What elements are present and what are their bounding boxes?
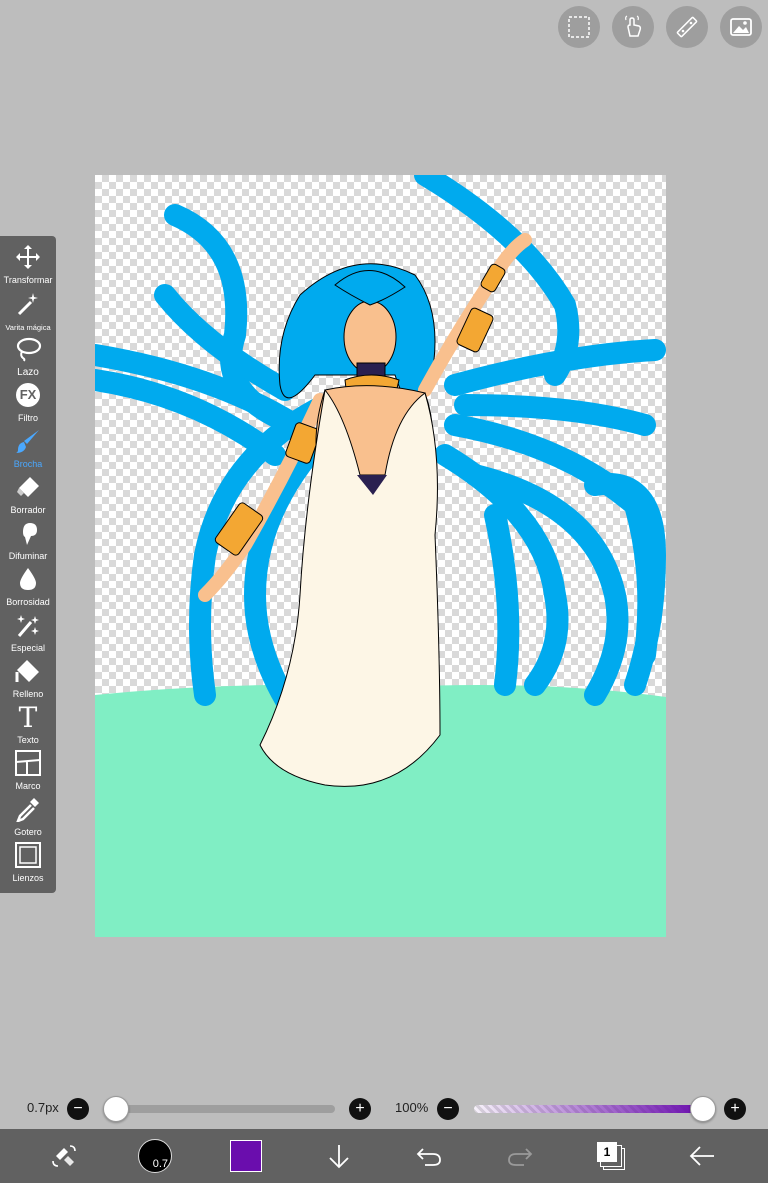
tool-label: Borrador bbox=[10, 505, 46, 515]
swap-colors-icon[interactable] bbox=[44, 1129, 84, 1183]
download-icon[interactable] bbox=[322, 1129, 356, 1183]
tool-eraser[interactable]: Borrador bbox=[0, 474, 56, 520]
eyedropper-icon bbox=[16, 798, 39, 822]
brush-icon bbox=[16, 430, 39, 453]
move-icon bbox=[16, 245, 40, 269]
blur-drop-icon bbox=[20, 568, 36, 590]
color-swatch[interactable] bbox=[229, 1129, 263, 1183]
smudge-icon bbox=[23, 523, 37, 545]
brush-size-knob[interactable] bbox=[103, 1096, 129, 1122]
eraser-icon bbox=[17, 477, 39, 497]
brush-size-minus-button[interactable]: − bbox=[67, 1098, 89, 1120]
tool-lasso[interactable]: Lazo bbox=[0, 336, 56, 382]
redo-icon[interactable] bbox=[503, 1129, 537, 1183]
text-icon: T bbox=[18, 701, 38, 734]
special-brush-icon bbox=[17, 615, 39, 637]
tool-label: Varita mágica bbox=[5, 323, 51, 332]
tool-fill[interactable]: Relleno bbox=[0, 658, 56, 704]
opacity-slider[interactable] bbox=[474, 1105, 702, 1113]
tool-transform[interactable]: Transformar bbox=[0, 244, 56, 290]
opacity-knob[interactable] bbox=[690, 1096, 716, 1122]
fx-text: FX bbox=[19, 387, 37, 402]
tool-blur[interactable]: Borrosidad bbox=[0, 566, 56, 612]
magic-wand-icon bbox=[17, 293, 38, 316]
back-arrow-icon[interactable] bbox=[684, 1129, 720, 1183]
bottom-toolbar: 0.7 1 bbox=[0, 1129, 768, 1183]
brush-size-label: 0.7px bbox=[27, 1100, 59, 1115]
fill-bucket-icon bbox=[15, 660, 39, 682]
tool-label: Gotero bbox=[14, 827, 42, 837]
canvas-icon bbox=[15, 842, 41, 868]
frame-divider-icon bbox=[15, 750, 41, 776]
layers-icon[interactable]: 1 bbox=[593, 1129, 629, 1183]
opacity-minus-button[interactable]: − bbox=[437, 1098, 459, 1120]
tool-label: Relleno bbox=[12, 689, 44, 699]
brush-size-icon[interactable]: 0.7 bbox=[135, 1129, 175, 1183]
lasso-icon bbox=[16, 337, 42, 362]
brush-size-badge: 0.7 bbox=[152, 1158, 168, 1170]
tool-label: Borrosidad bbox=[6, 597, 50, 607]
tool-label: Difuminar bbox=[8, 551, 48, 561]
tool-smudge[interactable]: Difuminar bbox=[0, 520, 56, 566]
drawing-canvas[interactable] bbox=[95, 175, 666, 937]
tool-canvas[interactable]: Lienzos bbox=[0, 842, 56, 888]
opacity-plus-button[interactable]: + bbox=[724, 1098, 746, 1120]
artwork bbox=[95, 175, 666, 937]
tool-label: Lazo bbox=[17, 367, 39, 378]
brush-size-slider[interactable] bbox=[115, 1105, 335, 1113]
image-icon[interactable] bbox=[720, 6, 762, 48]
tool-label: Texto bbox=[17, 735, 39, 745]
tool-label: Brocha bbox=[13, 459, 43, 469]
tool-label: Transformar bbox=[3, 275, 53, 285]
tool-filter[interactable]: FX Filtro bbox=[0, 382, 56, 428]
tool-brush[interactable]: Brocha bbox=[0, 428, 56, 474]
tool-label: Especial bbox=[10, 643, 46, 653]
gesture-icon[interactable] bbox=[612, 6, 654, 48]
tool-text[interactable]: T Texto bbox=[0, 704, 56, 750]
layer-count: 1 bbox=[597, 1142, 617, 1162]
tool-magic-wand[interactable]: Varita mágica bbox=[0, 290, 56, 336]
tool-label: Lienzos bbox=[12, 873, 44, 883]
tool-frame[interactable]: Marco bbox=[0, 750, 56, 796]
undo-icon[interactable] bbox=[412, 1129, 446, 1183]
brush-size-plus-button[interactable]: + bbox=[349, 1098, 371, 1120]
ruler-icon[interactable] bbox=[666, 6, 708, 48]
tool-eyedropper[interactable]: Gotero bbox=[0, 796, 56, 842]
tool-label: Filtro bbox=[18, 413, 38, 423]
selection-icon[interactable] bbox=[558, 6, 600, 48]
tool-panel: Transformar Varita mágica Lazo FX Filtro… bbox=[0, 236, 56, 893]
opacity-label: 100% bbox=[395, 1100, 429, 1115]
tool-label: Marco bbox=[15, 781, 41, 791]
tool-special[interactable]: Especial bbox=[0, 612, 56, 658]
